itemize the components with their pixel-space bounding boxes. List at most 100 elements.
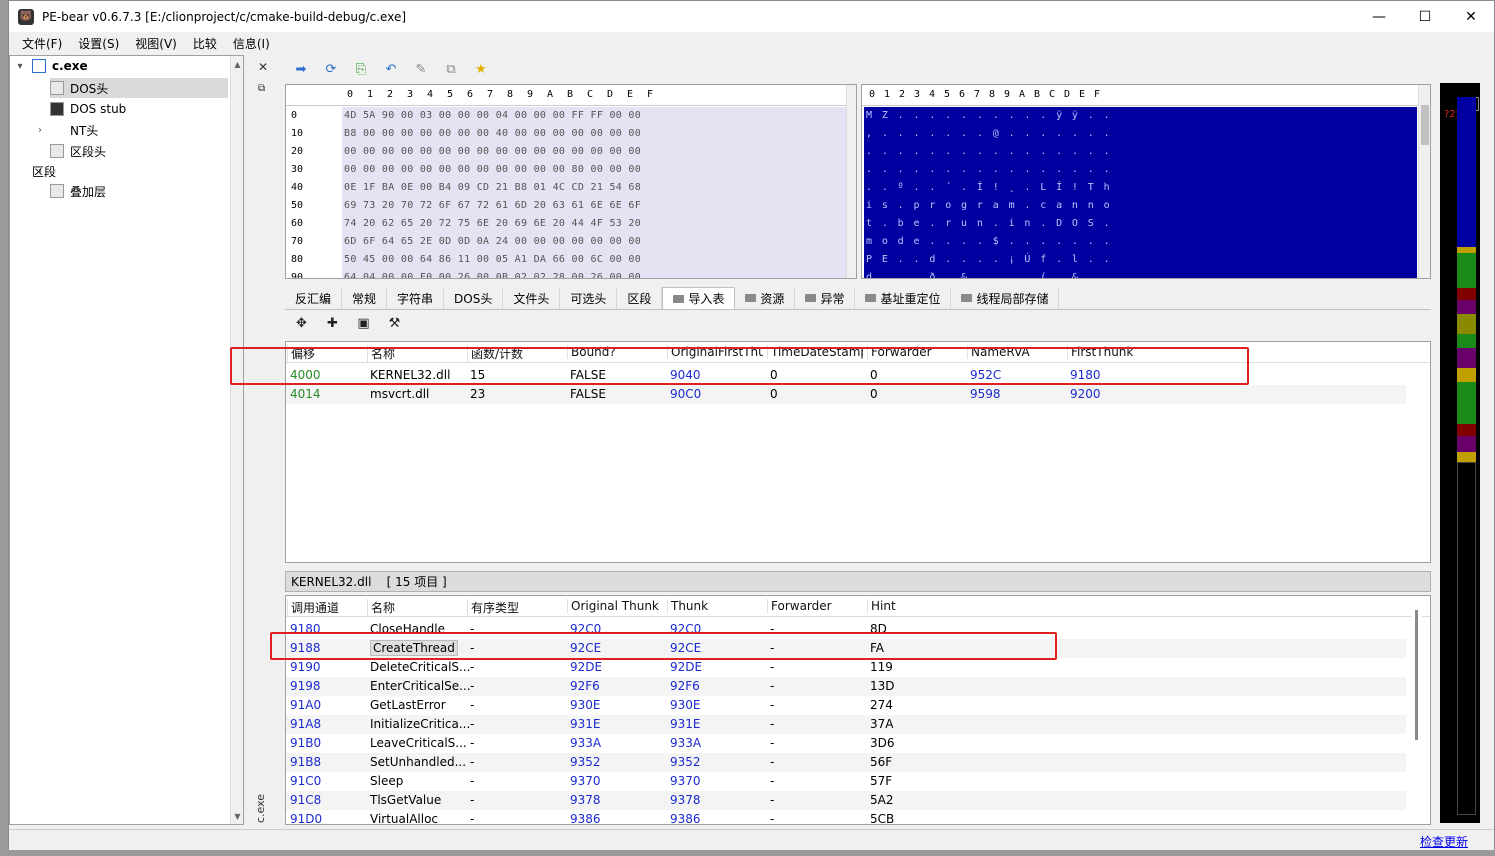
wand-icon[interactable]: ⚒ xyxy=(379,316,410,331)
menu-info[interactable]: 信息(I) xyxy=(225,35,278,52)
tree-item-section-headers[interactable]: 区段头 xyxy=(50,141,106,161)
minimize-button[interactable]: — xyxy=(1356,1,1402,32)
table-row[interactable]: 4014 msvcrt.dll 23 FALSE 90C0 0 0 9598 9200 xyxy=(286,385,1406,404)
hex-offset: 60 xyxy=(291,218,304,229)
tree-item-dos-stub[interactable]: DOS stub xyxy=(50,99,126,119)
arrow-right-icon[interactable]: ➡ xyxy=(286,62,316,77)
tab-10[interactable]: 基址重定位 xyxy=(855,287,952,309)
menu-compare[interactable]: 比较 xyxy=(185,35,225,52)
minimap-segment xyxy=(1457,348,1476,368)
tab-4[interactable]: 文件头 xyxy=(503,287,561,309)
imports-col-header[interactable]: Forwarder xyxy=(867,345,963,359)
table-row[interactable]: 91B8 SetUnhandled... -9352 9352-56F xyxy=(286,753,1406,772)
undo-icon[interactable]: ↶ xyxy=(376,62,406,77)
functions-col-header[interactable]: Thunk xyxy=(667,599,763,613)
bear-app-icon: 🐻 xyxy=(18,8,34,25)
scroll-thumb[interactable] xyxy=(1415,610,1418,740)
imports-col-header[interactable]: NameRVA xyxy=(967,345,1063,359)
move-icon[interactable]: ✥ xyxy=(286,316,317,331)
functions-col-header[interactable]: 名称 xyxy=(367,599,463,616)
functions-cell: - xyxy=(770,698,775,712)
functions-col-header[interactable]: Forwarder xyxy=(767,599,863,613)
add-file-icon[interactable]: ⎘ xyxy=(346,62,376,77)
ascii-scrollbar[interactable] xyxy=(1418,85,1430,278)
table-row[interactable]: 9188 CreateThread -92CE 92CE - FA xyxy=(286,639,1406,658)
table-row[interactable]: 9180 CloseHandle - 92C0 92C0 - 8D xyxy=(286,620,1406,639)
tab-3[interactable]: DOS头 xyxy=(444,287,504,309)
menu-file[interactable]: 文件(F) xyxy=(14,35,70,52)
table-row[interactable]: 4000 KERNEL32.dll 15 FALSE 9040 0 0 952C 9180 xyxy=(286,366,1406,385)
close-tab-icon[interactable]: ✕ xyxy=(258,60,268,74)
pin-icon[interactable]: ✎ xyxy=(406,62,436,77)
table-row[interactable]: 91A8 InitializeCritica... -931E 931E -37A xyxy=(286,715,1406,734)
ascii-view[interactable]: 0123456789ABCDEF M Z . . . . . . . . . .… xyxy=(861,84,1431,279)
compare-icon[interactable]: ⧉ xyxy=(436,62,466,77)
tree-item-sections[interactable]: 区段 xyxy=(32,161,56,181)
plus-icon[interactable]: ✚ xyxy=(317,316,348,331)
hex-scrollbar[interactable] xyxy=(846,85,856,278)
hex-col-label: 8 xyxy=(506,89,514,100)
float-icon[interactable]: ⧉ xyxy=(258,83,265,94)
tab-1[interactable]: 常规 xyxy=(342,287,388,309)
minimap-segment xyxy=(1457,300,1476,314)
star-icon[interactable]: ★ xyxy=(466,62,496,77)
save-icon[interactable]: ▣ xyxy=(348,316,379,331)
functions-col-header[interactable]: 有序类型 xyxy=(467,599,563,616)
hex-col-label: 4 xyxy=(928,89,936,100)
tree-item-nt-header[interactable]: NT头 xyxy=(50,120,98,140)
functions-cell: TlsGetValue xyxy=(370,793,442,807)
tree-item-dos-header[interactable]: DOS头 xyxy=(50,78,228,98)
tab-6[interactable]: 区段 xyxy=(617,287,663,309)
table-row[interactable]: 91C0 Sleep - 9370 9370 - 57F xyxy=(286,772,1406,791)
imports-col-header[interactable]: 偏移 xyxy=(287,345,363,362)
menu-settings[interactable]: 设置(S) xyxy=(70,35,127,52)
tab-5[interactable]: 可选头 xyxy=(560,287,618,309)
tab-7[interactable]: 导入表 xyxy=(662,287,736,309)
check-update-link[interactable]: 检查更新 xyxy=(1420,833,1468,850)
tab-label: 资源 xyxy=(760,291,785,306)
table-row[interactable]: 9190 DeleteCriticalS... -92DE 92DE -119 xyxy=(286,658,1406,677)
imports-col-header[interactable]: Bound? xyxy=(567,345,663,359)
hex-view[interactable]: 0 1 2 3 4 5 6 7 8 9 A B C D E F 0 4D 5A 90 00 03 00 00 0… xyxy=(285,84,857,279)
file-minimap[interactable]: ?25 xyxy=(1440,83,1480,823)
imports-col-header[interactable]: FirstThunk xyxy=(1067,345,1163,359)
functions-table: 调用通道 名称 有序类型 Original Thunk Thunk Forwarder Hi… xyxy=(285,595,1431,825)
menu-view[interactable]: 视图(V) xyxy=(127,35,185,52)
scroll-thumb[interactable] xyxy=(1421,105,1429,145)
maximize-button[interactable]: ☐ xyxy=(1402,1,1448,32)
table-row[interactable]: 91D0 VirtualAlloc - 9386 9386 - 5CB xyxy=(286,810,1406,824)
tab-8[interactable]: 资源 xyxy=(735,287,796,309)
functions-cell: 92F6 xyxy=(570,679,600,693)
functions-scrollbar[interactable] xyxy=(1412,596,1422,824)
tab-11[interactable]: 线程局部存储 xyxy=(951,287,1060,309)
imports-col-header[interactable]: 函数/计数 xyxy=(467,345,563,362)
scroll-down-icon[interactable]: ▼ xyxy=(231,810,244,822)
table-row[interactable]: 91C8 TlsGetValue - 9378 9378 - 5A2 xyxy=(286,791,1406,810)
tree-root[interactable]: c.exe xyxy=(32,56,88,76)
functions-cell: 92C0 xyxy=(570,622,602,636)
collapse-icon[interactable]: ▾ xyxy=(14,60,26,72)
close-button[interactable]: ✕ xyxy=(1448,1,1494,32)
tab-2[interactable]: 字符串 xyxy=(387,287,445,309)
table-row[interactable]: 9198 EnterCriticalSe... -92F6 92F6-13D xyxy=(286,677,1406,696)
imports-col-header[interactable]: 名称 xyxy=(367,345,463,362)
refresh-icon[interactable]: ⟳ xyxy=(316,62,346,77)
tree-item-overlay[interactable]: 叠加层 xyxy=(50,181,106,201)
table-row[interactable]: 91A0 GetLastError - 930E 930E - 274 xyxy=(286,696,1406,715)
functions-col-header[interactable]: Hint xyxy=(867,599,963,613)
scroll-up-icon[interactable]: ▲ xyxy=(231,58,244,70)
ascii-row: t . b e . r u n . i n . D O S . xyxy=(866,218,1112,229)
imports-col-header[interactable]: OriginalFirstThu xyxy=(667,345,763,359)
functions-cell: LeaveCriticalS... xyxy=(370,736,467,750)
functions-cell: CreateThread xyxy=(370,640,458,656)
hex-col-label: 4 xyxy=(426,89,434,100)
tab-9[interactable]: 异常 xyxy=(795,287,856,309)
table-row[interactable]: 91B0 LeaveCriticalS... -933A 933A -3D6 xyxy=(286,734,1406,753)
tab-0[interactable]: 反汇编 xyxy=(285,287,343,309)
functions-col-header[interactable]: Original Thunk xyxy=(567,599,663,613)
imports-col-header[interactable]: TimeDateStamp xyxy=(767,345,863,359)
tree-scrollbar[interactable]: ▲ ▼ xyxy=(230,56,243,824)
expand-icon[interactable]: › xyxy=(34,124,46,136)
vertical-file-tab[interactable]: c.exe xyxy=(254,793,273,823)
main-toolbar: ➡ ⟳ ⎘ ↶ ✎ ⧉ ★ xyxy=(286,57,496,81)
